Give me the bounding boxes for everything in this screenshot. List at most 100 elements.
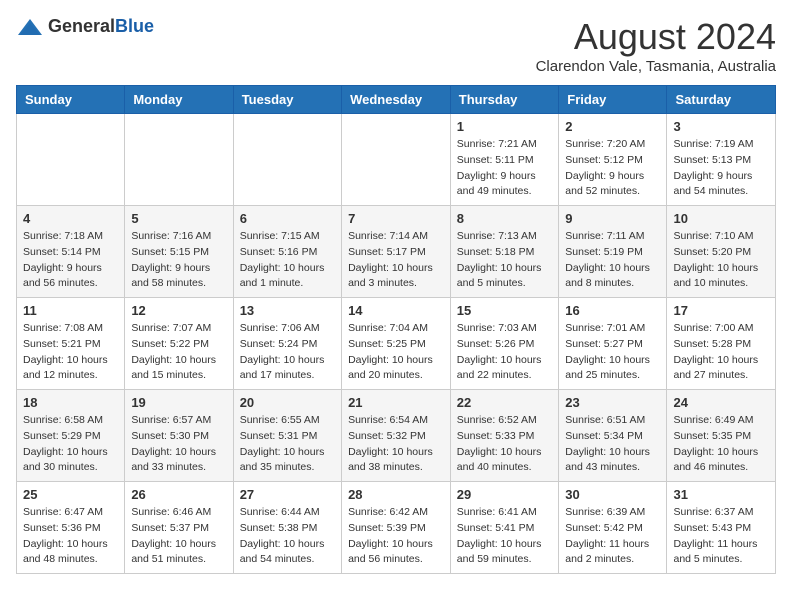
calendar-cell: 23 Sunrise: 6:51 AMSunset: 5:34 PMDayligh… [559, 390, 667, 482]
day-info: Sunrise: 7:11 AMSunset: 5:19 PMDaylight:… [565, 229, 660, 292]
calendar-cell: 29Sunrise: 6:41 AMSunset: 5:41 PMDayligh… [450, 482, 559, 574]
day-number: 16 [565, 303, 660, 318]
day-number: 9 [565, 211, 660, 226]
column-header-friday: Friday [559, 86, 667, 114]
day-number: 12 [131, 303, 226, 318]
day-info: Sunrise: 6:58 AMSunset: 5:29 PMDaylight:… [23, 413, 118, 476]
page-header: GeneralBlue August 2024 Clarendon Vale, … [16, 16, 776, 75]
calendar-cell [17, 114, 125, 206]
calendar-row-2: 11 Sunrise: 7:08 AMSunset: 5:21 PMDayligh… [17, 298, 776, 390]
calendar-cell: 27Sunrise: 6:44 AMSunset: 5:38 PMDayligh… [233, 482, 341, 574]
column-header-thursday: Thursday [450, 86, 559, 114]
calendar-cell: 18 Sunrise: 6:58 AMSunset: 5:29 PMDayligh… [17, 390, 125, 482]
calendar-cell: 6Sunrise: 7:15 AMSunset: 5:16 PMDaylight… [233, 206, 341, 298]
logo-text-blue: Blue [115, 16, 154, 36]
calendar-header-row: SundayMondayTuesdayWednesdayThursdayFrid… [17, 86, 776, 114]
day-info: Sunrise: 7:13 AMSunset: 5:18 PMDaylight:… [457, 229, 553, 292]
day-number: 29 [457, 487, 553, 502]
day-info: Sunrise: 6:54 AMSunset: 5:32 PMDaylight:… [348, 413, 444, 476]
main-title: August 2024 [536, 16, 776, 58]
calendar-cell [342, 114, 451, 206]
day-number: 3 [673, 119, 769, 134]
day-info: Sunrise: 7:21 AMSunset: 5:11 PMDaylight:… [457, 137, 553, 200]
day-info: Sunrise: 7:08 AMSunset: 5:21 PMDaylight:… [23, 321, 118, 384]
day-number: 22 [457, 395, 553, 410]
day-number: 11 [23, 303, 118, 318]
day-info: Sunrise: 7:18 AMSunset: 5:14 PMDaylight:… [23, 229, 118, 292]
calendar-cell: 20Sunrise: 6:55 AMSunset: 5:31 PMDayligh… [233, 390, 341, 482]
day-number: 20 [240, 395, 335, 410]
calendar-cell: 19Sunrise: 6:57 AMSunset: 5:30 PMDayligh… [125, 390, 233, 482]
calendar-cell: 31 Sunrise: 6:37 AMSunset: 5:43 PMDayligh… [667, 482, 776, 574]
day-info: Sunrise: 7:15 AMSunset: 5:16 PMDaylight:… [240, 229, 335, 292]
day-info: Sunrise: 7:19 AMSunset: 5:13 PMDaylight:… [673, 137, 769, 200]
day-number: 23 [565, 395, 660, 410]
day-info: Sunrise: 6:46 AMSunset: 5:37 PMDaylight:… [131, 505, 226, 568]
calendar-cell: 14 Sunrise: 7:04 AMSunset: 5:25 PMDayligh… [342, 298, 451, 390]
column-header-tuesday: Tuesday [233, 86, 341, 114]
day-number: 28 [348, 487, 444, 502]
calendar-cell: 15Sunrise: 7:03 AMSunset: 5:26 PMDayligh… [450, 298, 559, 390]
calendar-cell: 3 Sunrise: 7:19 AMSunset: 5:13 PMDaylight… [667, 114, 776, 206]
day-info: Sunrise: 7:16 AMSunset: 5:15 PMDaylight:… [131, 229, 226, 292]
calendar-cell: 24 Sunrise: 6:49 AMSunset: 5:35 PMDayligh… [667, 390, 776, 482]
subtitle: Clarendon Vale, Tasmania, Australia [536, 58, 776, 75]
calendar-cell: 10 Sunrise: 7:10 AMSunset: 5:20 PMDayligh… [667, 206, 776, 298]
day-number: 10 [673, 211, 769, 226]
day-info: Sunrise: 6:52 AMSunset: 5:33 PMDaylight:… [457, 413, 553, 476]
day-info: Sunrise: 6:44 AMSunset: 5:38 PMDaylight:… [240, 505, 335, 568]
calendar-table: SundayMondayTuesdayWednesdayThursdayFrid… [16, 85, 776, 574]
day-info: Sunrise: 7:01 AMSunset: 5:27 PMDaylight:… [565, 321, 660, 384]
calendar-cell: 26Sunrise: 6:46 AMSunset: 5:37 PMDayligh… [125, 482, 233, 574]
column-header-monday: Monday [125, 86, 233, 114]
logo: GeneralBlue [16, 16, 154, 37]
calendar-cell: 28 Sunrise: 6:42 AMSunset: 5:39 PMDayligh… [342, 482, 451, 574]
day-number: 14 [348, 303, 444, 318]
day-info: Sunrise: 6:37 AMSunset: 5:43 PMDaylight:… [673, 505, 769, 568]
calendar-cell: 9 Sunrise: 7:11 AMSunset: 5:19 PMDaylight… [559, 206, 667, 298]
day-number: 4 [23, 211, 118, 226]
day-info: Sunrise: 7:14 AMSunset: 5:17 PMDaylight:… [348, 229, 444, 292]
day-number: 31 [673, 487, 769, 502]
day-number: 7 [348, 211, 444, 226]
day-number: 30 [565, 487, 660, 502]
calendar-cell: 5Sunrise: 7:16 AMSunset: 5:15 PMDaylight… [125, 206, 233, 298]
day-info: Sunrise: 6:49 AMSunset: 5:35 PMDaylight:… [673, 413, 769, 476]
calendar-cell: 16 Sunrise: 7:01 AMSunset: 5:27 PMDayligh… [559, 298, 667, 390]
day-number: 21 [348, 395, 444, 410]
logo-text-general: General [48, 16, 115, 36]
day-number: 1 [457, 119, 553, 134]
calendar-cell: 7 Sunrise: 7:14 AMSunset: 5:17 PMDaylight… [342, 206, 451, 298]
day-info: Sunrise: 7:10 AMSunset: 5:20 PMDaylight:… [673, 229, 769, 292]
day-info: Sunrise: 7:03 AMSunset: 5:26 PMDaylight:… [457, 321, 553, 384]
calendar-cell: 17Sunrise: 7:00 AMSunset: 5:28 PMDayligh… [667, 298, 776, 390]
day-info: Sunrise: 7:04 AMSunset: 5:25 PMDaylight:… [348, 321, 444, 384]
day-number: 24 [673, 395, 769, 410]
day-number: 18 [23, 395, 118, 410]
column-header-wednesday: Wednesday [342, 86, 451, 114]
day-number: 17 [673, 303, 769, 318]
day-info: Sunrise: 6:47 AMSunset: 5:36 PMDaylight:… [23, 505, 118, 568]
logo-icon [16, 17, 44, 37]
day-info: Sunrise: 6:39 AMSunset: 5:42 PMDaylight:… [565, 505, 660, 568]
calendar-row-1: 4 Sunrise: 7:18 AMSunset: 5:14 PMDaylight… [17, 206, 776, 298]
calendar-cell [125, 114, 233, 206]
day-number: 25 [23, 487, 118, 502]
day-number: 13 [240, 303, 335, 318]
column-header-sunday: Sunday [17, 86, 125, 114]
calendar-cell: 1 Sunrise: 7:21 AMSunset: 5:11 PMDaylight… [450, 114, 559, 206]
day-info: Sunrise: 7:20 AMSunset: 5:12 PMDaylight:… [565, 137, 660, 200]
calendar-cell: 30 Sunrise: 6:39 AMSunset: 5:42 PMDayligh… [559, 482, 667, 574]
calendar-cell: 8 Sunrise: 7:13 AMSunset: 5:18 PMDaylight… [450, 206, 559, 298]
calendar-cell: 4 Sunrise: 7:18 AMSunset: 5:14 PMDaylight… [17, 206, 125, 298]
day-info: Sunrise: 7:06 AMSunset: 5:24 PMDaylight:… [240, 321, 335, 384]
day-number: 2 [565, 119, 660, 134]
calendar-cell: 21 Sunrise: 6:54 AMSunset: 5:32 PMDayligh… [342, 390, 451, 482]
calendar-cell: 13 Sunrise: 7:06 AMSunset: 5:24 PMDayligh… [233, 298, 341, 390]
day-number: 8 [457, 211, 553, 226]
day-info: Sunrise: 6:42 AMSunset: 5:39 PMDaylight:… [348, 505, 444, 568]
calendar-cell: 22 Sunrise: 6:52 AMSunset: 5:33 PMDayligh… [450, 390, 559, 482]
day-info: Sunrise: 6:51 AMSunset: 5:34 PMDaylight:… [565, 413, 660, 476]
calendar-cell: 12Sunrise: 7:07 AMSunset: 5:22 PMDayligh… [125, 298, 233, 390]
calendar-cell: 11 Sunrise: 7:08 AMSunset: 5:21 PMDayligh… [17, 298, 125, 390]
